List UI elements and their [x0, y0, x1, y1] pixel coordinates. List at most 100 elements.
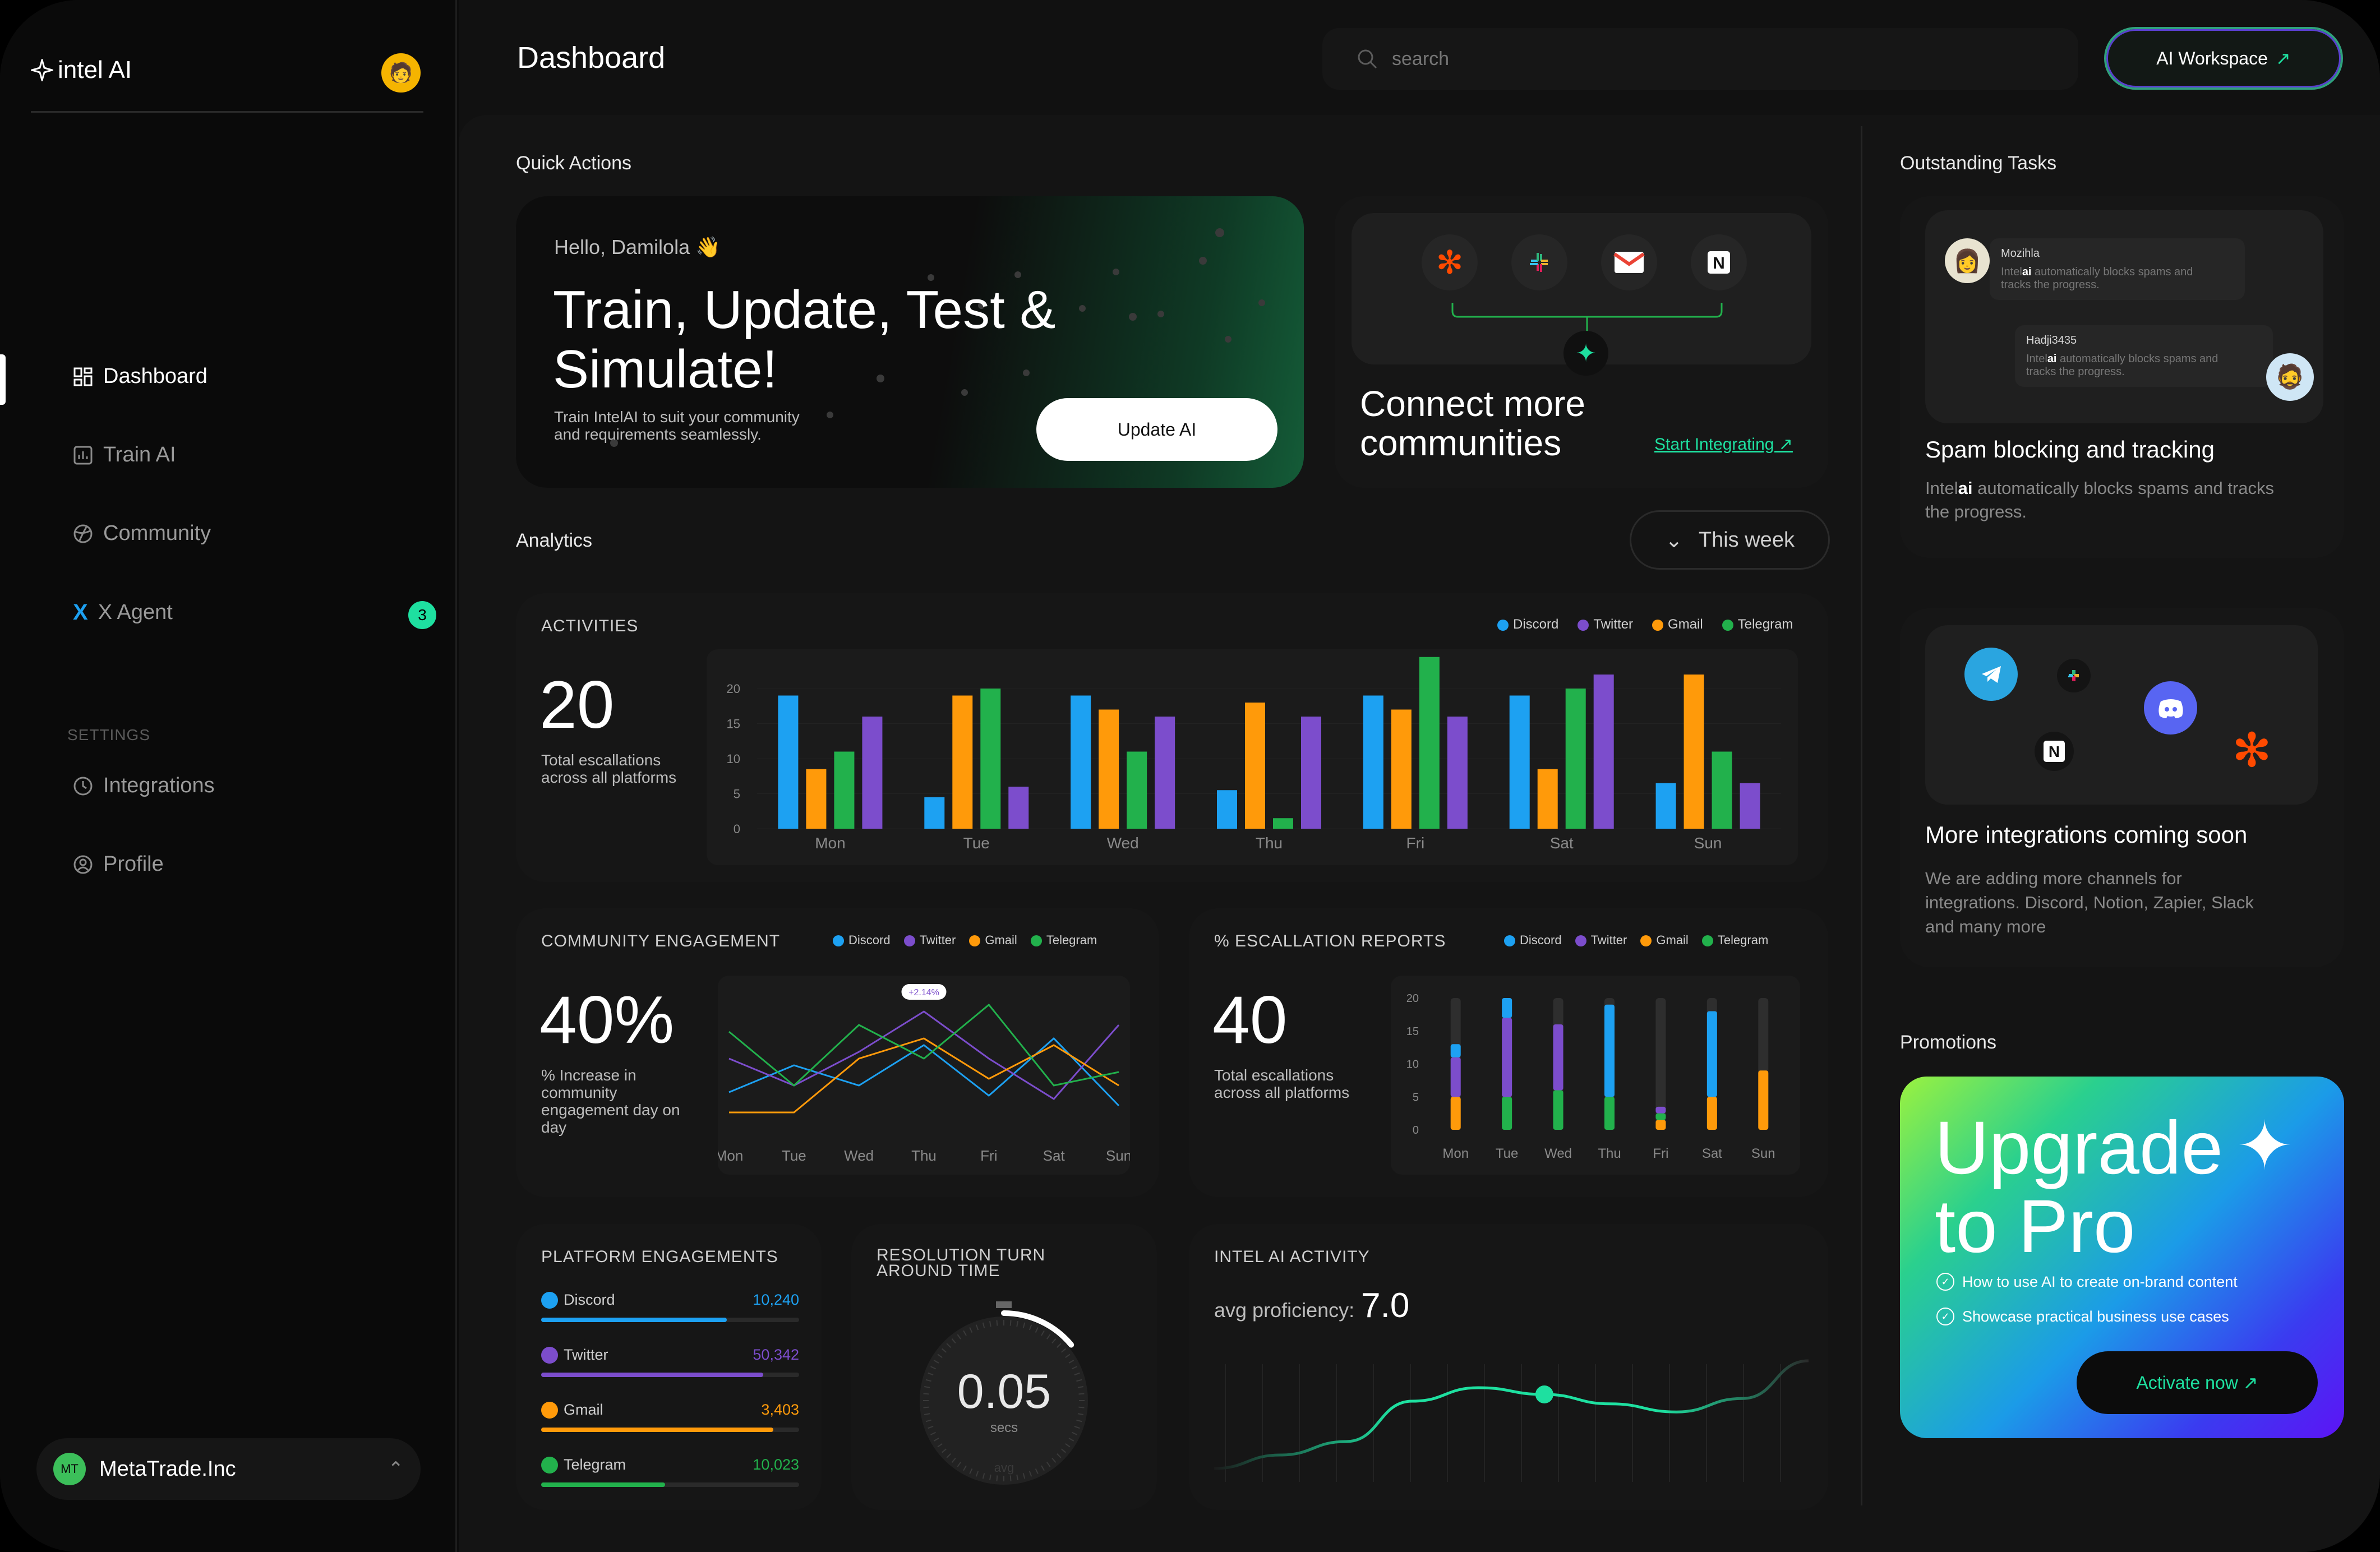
platform-bar-fill	[541, 1318, 727, 1322]
engagement-line-chart: Mon Tue Wed Thu Fri Sat Sun +2.14%	[718, 984, 1130, 1164]
hero-headline-line1: Train, Update, Test &	[553, 280, 1056, 340]
slack-icon[interactable]	[1511, 234, 1567, 290]
platform-engagements-card: PLATFORM ENGAGEMENTS Discord 10,240 Twitte…	[516, 1224, 822, 1510]
gmail-icon[interactable]	[1601, 234, 1657, 290]
series-line-gmail	[729, 1037, 1119, 1114]
svg-text:N: N	[2049, 743, 2060, 760]
activate-now-button[interactable]: Activate now ↗	[2077, 1351, 2318, 1414]
start-integrating-link[interactable]: Start Integrating ↗	[1654, 435, 1793, 454]
discord-icon	[2144, 681, 2197, 735]
tooltip-label: +2.14%	[908, 988, 939, 997]
connect-icons-area: ✻ N ✦	[1352, 213, 1811, 376]
clock-icon	[73, 777, 93, 795]
message-sender: Mozihla	[2001, 247, 2040, 260]
x-tick-label: Thu	[911, 1147, 937, 1164]
intel-activity-card: INTEL AI ACTIVITY avg proficiency: 7.0	[1189, 1224, 1828, 1510]
bar-gmail-mon	[1450, 1097, 1461, 1130]
bar-gmail-sat	[1706, 1097, 1717, 1130]
sidebar-item-profile[interactable]: Profile	[73, 852, 164, 876]
hero-subtext-line1: Train IntelAI to suit your community	[554, 408, 800, 426]
legend-gmail: Gmail	[969, 933, 1017, 948]
activities-title: ACTIVITIES	[541, 617, 639, 635]
connect-card: ✻ N ✦ Connect more communities Start Int…	[1335, 196, 1828, 488]
x-tick-label: Mon	[718, 1147, 743, 1164]
bar-discord-tue	[1502, 998, 1512, 1018]
user-avatar[interactable]: 🧑	[381, 53, 421, 93]
bar-twitter-mon	[862, 717, 883, 829]
platform-row: Telegram 10,023	[541, 1456, 799, 1487]
platform-bar-track	[541, 1482, 799, 1487]
outstanding-heading: Outstanding Tasks	[1900, 153, 2057, 174]
x-tick-label: Mon	[1442, 1146, 1469, 1161]
activities-value: 20	[539, 667, 615, 742]
promo-bullet-2: ✓ Showcase practical business use cases	[1936, 1308, 2229, 1325]
user-icon	[73, 855, 93, 874]
logo[interactable]: intel AI	[31, 56, 132, 84]
mozihla-avatar: 👩	[1945, 238, 1990, 283]
y-tick-label: 5	[1413, 1091, 1419, 1103]
sidebar-item-dashboard[interactable]: Dashboard	[73, 364, 207, 389]
search-bar[interactable]	[1322, 28, 2078, 90]
y-tick-label: 10	[1406, 1059, 1419, 1071]
bar-gmail-mon	[806, 769, 827, 829]
platform-row: Twitter 50,342	[541, 1346, 799, 1377]
sidebar-item-community[interactable]: Community	[73, 521, 211, 546]
platform-bar-fill	[541, 1373, 763, 1377]
bar-discord-sun	[1655, 783, 1676, 829]
app-window: intel AI 🧑 Dashboard Train AI Community …	[0, 0, 2380, 1552]
search-icon	[1358, 49, 1377, 69]
sidebar-item-integrations[interactable]: Integrations	[73, 774, 215, 798]
resolution-card: RESOLUTION TURN AROUND TIME 0.05 secs av…	[851, 1224, 1157, 1510]
legend-gmail: Gmail	[1640, 933, 1689, 948]
zapier-icon[interactable]: ✻	[1422, 234, 1478, 290]
platform-bar-fill	[541, 1482, 665, 1487]
hadji-avatar: 🧔	[2266, 353, 2314, 401]
period-dropdown[interactable]: ⌄ This week	[1630, 510, 1830, 570]
bar-twitter-thu	[1301, 717, 1321, 829]
escalation-desc: Total escallations across all platforms	[1214, 1066, 1350, 1101]
engagement-title: COMMUNITY ENGAGEMENT	[541, 932, 781, 950]
escalation-value: 40	[1212, 982, 1288, 1057]
hero-headline: Train, Update, Test & Simulate!	[553, 280, 1055, 399]
bar-discord-sat	[1509, 695, 1530, 829]
check-circle-icon: ✓	[1936, 1308, 1954, 1325]
active-indicator	[0, 354, 6, 405]
bar-gmail-tue	[952, 695, 973, 829]
message-bubble-1: Mozihla Intelai automatically blocks spa…	[1990, 238, 2245, 300]
spam-card: 👩 Mozihla Intelai automatically blocks s…	[1900, 196, 2344, 558]
platform-value: 3,403	[761, 1401, 799, 1418]
zapier-icon: ✻	[2232, 723, 2272, 777]
x-icon: X	[73, 600, 88, 625]
x-tick-label: Thu	[1598, 1146, 1621, 1161]
org-switcher[interactable]: MT MetaTrade.Inc ⌃	[36, 1438, 421, 1500]
notion-icon: N	[2035, 732, 2074, 771]
upgrade-title: Upgrade to Pro	[1935, 1109, 2223, 1266]
sidebar-item-label: Integrations	[103, 774, 215, 797]
x-tick-label: Sat	[1043, 1147, 1066, 1164]
engagement-legend: Discord Twitter Gmail Telegram	[833, 933, 1097, 948]
bar-telegram-fri	[1419, 657, 1440, 829]
x-tick-label: Fri	[1406, 834, 1425, 852]
bar-twitter-wed	[1553, 1024, 1563, 1091]
search-input[interactable]	[1391, 47, 1898, 71]
update-ai-button[interactable]: Update AI	[1036, 398, 1277, 461]
sidebar-item-x-agent[interactable]: X X Agent	[73, 600, 173, 625]
platform-title: PLATFORM ENGAGEMENTS	[541, 1248, 778, 1266]
notion-icon[interactable]: N	[1691, 234, 1747, 290]
bar-twitter-sat	[1593, 675, 1614, 829]
bar-discord-fri	[1363, 695, 1383, 829]
legend-telegram: Telegram	[1722, 617, 1793, 632]
check-circle-icon: ✓	[1936, 1273, 1954, 1291]
intel-activity-line-chart	[1214, 1359, 1809, 1482]
bar-telegram-wed	[1553, 1090, 1563, 1130]
ai-workspace-button[interactable]: AI Workspace ↗	[2104, 27, 2343, 90]
spam-card-title: Spam blocking and tracking	[1925, 436, 2215, 463]
escalation-stacked-bar-chart: 0 5 10 15 20 Mon Tue Wed Thu Fri Sat Sun	[1406, 992, 1775, 1161]
activities-legend: Discord Twitter Gmail Telegram	[1497, 617, 1793, 632]
sparkle-icon: ✦	[2236, 1108, 2293, 1184]
hero-headline-line2: Simulate!	[553, 339, 778, 399]
legend-twitter: Twitter	[1578, 617, 1633, 632]
sidebar-item-train-ai[interactable]: Train AI	[73, 443, 176, 467]
activities-card: ACTIVITIES Discord Twitter Gmail Telegra…	[516, 593, 1828, 882]
bar-discord-thu	[1604, 1004, 1615, 1097]
